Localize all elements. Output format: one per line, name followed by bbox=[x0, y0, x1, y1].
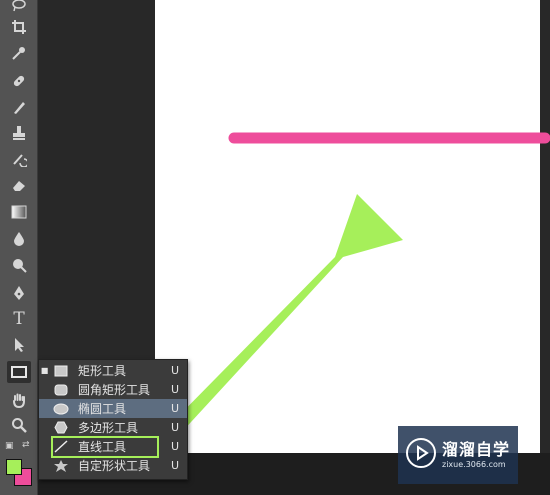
watermark-url: zixue.3066.com bbox=[442, 460, 506, 469]
watermark: 溜溜自学 zixue.3066.com bbox=[398, 426, 518, 484]
play-logo-icon bbox=[406, 438, 436, 468]
gradient-tool-icon[interactable] bbox=[7, 201, 31, 223]
menu-item-label: 多边形工具 bbox=[78, 421, 139, 435]
watermark-title: 溜溜自学 bbox=[442, 440, 511, 459]
default-colors-icon[interactable]: ▣ bbox=[5, 441, 14, 451]
tools-panel: T ▣ ⇄ bbox=[0, 0, 38, 495]
path-selection-tool-icon[interactable] bbox=[7, 334, 31, 356]
blur-tool-icon[interactable] bbox=[7, 228, 31, 250]
shortcut-key: U bbox=[171, 440, 180, 453]
rectangle-shape-tool-icon[interactable] bbox=[7, 361, 31, 383]
rounded-rectangle-icon bbox=[50, 384, 72, 396]
menu-item-polygon-tool[interactable]: 多边形工具 U bbox=[39, 418, 187, 437]
rectangle-icon bbox=[50, 365, 72, 377]
ellipse-icon bbox=[50, 403, 72, 415]
foreground-color-swatch[interactable] bbox=[6, 459, 22, 475]
menu-item-label: 椭圆工具 bbox=[78, 402, 127, 416]
menu-item-custom-shape-tool[interactable]: 自定形状工具 U bbox=[39, 456, 187, 475]
shortcut-key: U bbox=[171, 383, 180, 396]
menu-item-line-tool[interactable]: 直线工具 U bbox=[39, 437, 187, 456]
brush-tool-icon[interactable] bbox=[7, 96, 31, 118]
menu-item-label: 自定形状工具 bbox=[78, 459, 151, 473]
menu-item-rounded-rectangle-tool[interactable]: 圆角矩形工具 U bbox=[39, 380, 187, 399]
zoom-tool-icon[interactable] bbox=[7, 414, 31, 436]
healing-brush-tool-icon[interactable] bbox=[7, 70, 31, 92]
history-brush-tool-icon[interactable] bbox=[7, 148, 31, 170]
shortcut-key: U bbox=[171, 421, 180, 434]
type-tool-icon[interactable]: T bbox=[7, 308, 31, 330]
eraser-tool-icon[interactable] bbox=[7, 174, 31, 196]
dodge-tool-icon[interactable] bbox=[7, 254, 31, 276]
shape-tools-flyout-menu: ■ 矩形工具 U 圆角矩形工具 U 椭圆工具 U 多边形工具 U 直线工具 U … bbox=[38, 359, 188, 480]
hand-tool-icon[interactable] bbox=[7, 389, 31, 411]
menu-item-label: 直线工具 bbox=[78, 440, 127, 454]
menu-item-label: 圆角矩形工具 bbox=[78, 383, 151, 397]
menu-item-rectangle-tool[interactable]: ■ 矩形工具 U bbox=[39, 361, 187, 380]
document-canvas[interactable] bbox=[155, 0, 540, 453]
pen-tool-icon[interactable] bbox=[7, 282, 31, 304]
shortcut-key: U bbox=[171, 364, 180, 377]
custom-shape-icon bbox=[50, 459, 72, 473]
polygon-icon bbox=[50, 421, 72, 434]
shortcut-key: U bbox=[171, 402, 180, 415]
selected-bullet-icon: ■ bbox=[40, 366, 49, 375]
menu-item-label: 矩形工具 bbox=[78, 364, 127, 378]
lasso-tool-icon[interactable] bbox=[7, 0, 31, 16]
clone-stamp-tool-icon[interactable] bbox=[7, 122, 31, 144]
swap-colors-icon[interactable]: ⇄ bbox=[22, 440, 30, 450]
line-icon bbox=[50, 440, 72, 453]
crop-tool-icon[interactable] bbox=[7, 16, 31, 38]
menu-item-ellipse-tool[interactable]: 椭圆工具 U bbox=[39, 399, 187, 418]
eyedropper-tool-icon[interactable] bbox=[7, 42, 31, 64]
shortcut-key: U bbox=[171, 459, 180, 472]
